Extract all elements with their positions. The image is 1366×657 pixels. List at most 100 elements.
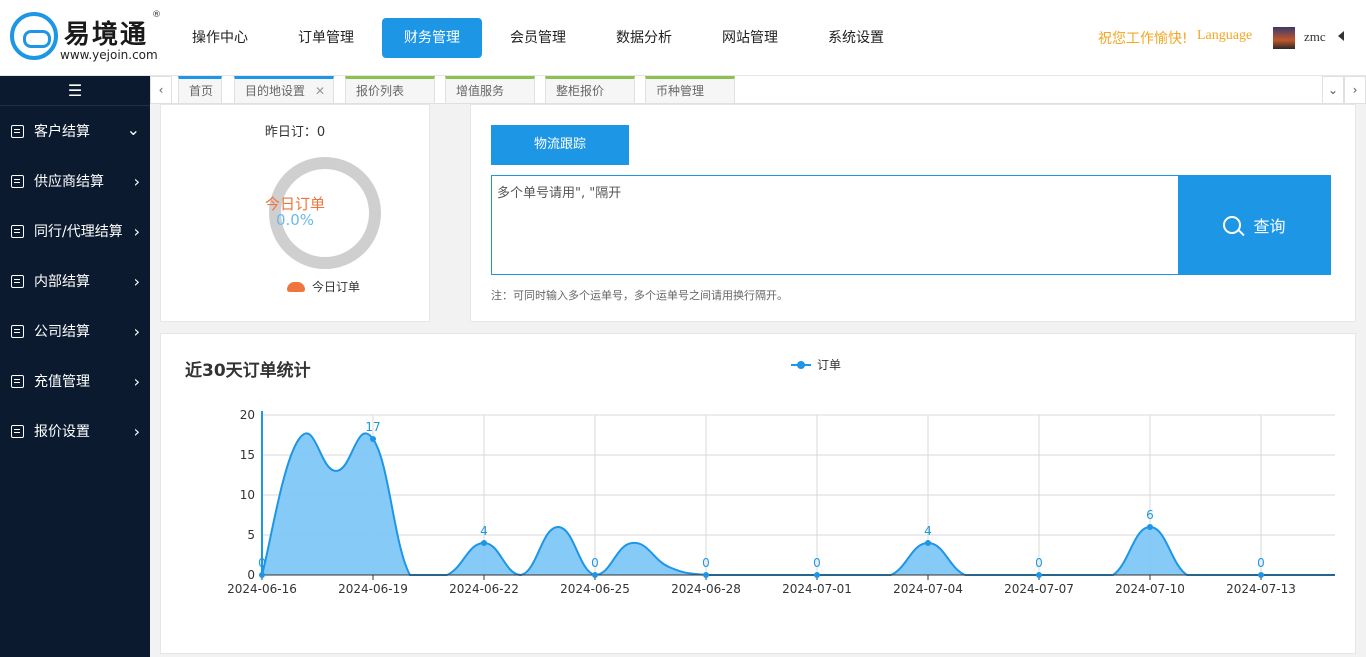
sidebar-item-label: 充值管理 xyxy=(34,374,90,390)
tab-label: 整柜报价 xyxy=(556,84,605,98)
x-tick-label: 2024-07-01 xyxy=(782,582,852,596)
nav-finance-management[interactable]: 财务管理 xyxy=(382,18,482,58)
data-point xyxy=(259,572,265,578)
tab-currency-management[interactable]: 币种管理 xyxy=(645,76,735,104)
sidebar-item-label: 公司结算 xyxy=(34,324,90,340)
brand-logo[interactable]: 易境通 ® www.yejoin.com xyxy=(8,10,161,68)
x-tick-label: 2024-07-04 xyxy=(893,582,963,596)
caret-left-icon[interactable] xyxy=(1338,31,1344,41)
cloud-logo-icon xyxy=(10,12,58,60)
y-tick-label: 0 xyxy=(247,568,255,582)
top-nav: 操作中心 订单管理 财务管理 会员管理 数据分析 网站管理 系统设置 xyxy=(170,18,912,58)
list-icon xyxy=(11,274,24,288)
chevron-right-icon: › xyxy=(133,421,140,441)
registered-mark: ® xyxy=(152,10,161,20)
nav-member-management[interactable]: 会员管理 xyxy=(488,18,588,58)
tracking-note: 注：可同时输入多个运单号，多个运单号之间请用换行隔开。 xyxy=(491,289,788,302)
top-header: 易境通 ® www.yejoin.com 操作中心 订单管理 财务管理 会员管理… xyxy=(0,0,1366,76)
menu-toggle-icon[interactable]: ☰ xyxy=(0,76,150,106)
data-point xyxy=(1258,572,1264,578)
data-label: 6 xyxy=(1146,508,1154,522)
data-label: 17 xyxy=(365,420,380,434)
orders-area-chart: 051015202024-06-16 2024-06-19 2024-06-22 20… xyxy=(227,408,1335,596)
yesterday-orders: 昨日订：0 xyxy=(264,125,326,140)
donut-value: 0.0% xyxy=(275,211,315,229)
y-tick-label: 10 xyxy=(240,488,255,502)
data-label: 0 xyxy=(1257,556,1265,570)
x-tick-label: 2024-06-22 xyxy=(449,582,519,596)
data-point xyxy=(925,540,931,546)
sidebar-item-company-settlement[interactable]: 公司结算 › xyxy=(0,306,150,356)
sidebar-item-label: 报价设置 xyxy=(34,424,90,440)
logistics-tracking-button[interactable]: 物流跟踪 xyxy=(491,125,629,165)
data-point xyxy=(370,436,376,442)
nav-data-analysis[interactable]: 数据分析 xyxy=(594,18,694,58)
tab-label: 增值服务 xyxy=(456,84,505,98)
tab-value-added-services[interactable]: 增值服务 xyxy=(445,76,535,104)
legend-swatch-icon xyxy=(287,281,305,292)
x-tick-label: 2024-07-07 xyxy=(1004,582,1074,596)
nav-operation-center[interactable]: 操作中心 xyxy=(170,18,270,58)
y-tick-label: 15 xyxy=(240,448,255,462)
sidebar-item-recharge-management[interactable]: 充值管理 › xyxy=(0,356,150,406)
list-icon xyxy=(11,124,24,138)
brand-url: www.yejoin.com xyxy=(60,48,158,62)
sidebar-item-customer-settlement[interactable]: 客户结算 ⌄ xyxy=(0,106,150,156)
tracking-number-input[interactable] xyxy=(491,175,1179,275)
tab-home[interactable]: 首页 xyxy=(178,76,222,104)
sidebar-item-label: 客户结算 xyxy=(34,124,90,140)
sidebar-item-quote-settings[interactable]: 报价设置 › xyxy=(0,406,150,456)
sidebar-item-label: 供应商结算 xyxy=(34,174,104,190)
chevron-right-icon: › xyxy=(133,271,140,291)
data-point xyxy=(814,572,820,578)
donut-legend-label: 今日订单 xyxy=(312,280,361,294)
tracking-card: 物流跟踪 查询 注：可同时输入多个运单号，多个运单号之间请用换行隔开。 xyxy=(470,104,1356,322)
query-button-label: 查询 xyxy=(1253,217,1286,236)
data-label: 0 xyxy=(258,556,266,570)
sidebar-item-supplier-settlement[interactable]: 供应商结算 › xyxy=(0,156,150,206)
chevron-down-icon: ⌄ xyxy=(126,120,140,139)
nav-order-management[interactable]: 订单管理 xyxy=(276,18,376,58)
data-label: 0 xyxy=(702,556,710,570)
tab-label: 币种管理 xyxy=(656,84,705,98)
tabs-scroll-right-icon[interactable]: › xyxy=(1344,76,1366,104)
data-point xyxy=(592,572,598,578)
tab-destination-settings[interactable]: 目的地设置 ✕ xyxy=(234,76,334,104)
y-tick-label: 20 xyxy=(240,408,255,422)
data-point xyxy=(703,572,709,578)
list-icon xyxy=(11,374,24,388)
nav-system-settings[interactable]: 系统设置 xyxy=(806,18,906,58)
sidebar: ☰ 客户结算 ⌄ 供应商结算 › 同行/代理结算 › 内部结算 › 公司结算 ›… xyxy=(0,76,150,657)
tab-label: 目的地设置 xyxy=(245,84,306,98)
donut-legend[interactable]: 今日订单 xyxy=(287,278,360,295)
list-icon xyxy=(11,224,24,238)
tabs-bar: ‹ 首页 目的地设置 ✕ 报价列表 增值服务 整柜报价 币种管理 ⌄ › xyxy=(150,76,1366,104)
tab-label: 报价列表 xyxy=(356,84,405,98)
tabs-dropdown-icon[interactable]: ⌄ xyxy=(1322,76,1344,104)
list-icon xyxy=(11,424,24,438)
data-label: 4 xyxy=(924,524,932,538)
x-tick-label: 2024-06-25 xyxy=(560,582,630,596)
y-tick-label: 5 xyxy=(247,528,255,542)
user-avatar[interactable] xyxy=(1273,27,1295,49)
search-icon xyxy=(1223,216,1242,234)
chevron-right-icon: › xyxy=(133,171,140,191)
tab-label: 首页 xyxy=(189,84,214,98)
language-switch[interactable]: Language xyxy=(1197,28,1252,44)
sidebar-item-label: 同行/代理结算 xyxy=(34,224,123,240)
sidebar-item-internal-settlement[interactable]: 内部结算 › xyxy=(0,256,150,306)
x-tick-label: 2024-06-28 xyxy=(671,582,741,596)
orders-chart-card: 近30天订单统计 订单 0 5 10 15 20 2024-06-16 2024-06-19… xyxy=(160,333,1356,654)
nav-website-management[interactable]: 网站管理 xyxy=(700,18,800,58)
username[interactable]: zmc xyxy=(1304,29,1326,45)
tab-quote-list[interactable]: 报价列表 xyxy=(345,76,435,104)
data-point xyxy=(1147,524,1153,530)
list-icon xyxy=(11,174,24,188)
tab-fcl-quote[interactable]: 整柜报价 xyxy=(545,76,635,104)
close-icon[interactable]: ✕ xyxy=(315,79,325,103)
sidebar-item-label: 内部结算 xyxy=(34,274,90,290)
tabs-scroll-left-icon[interactable]: ‹ xyxy=(150,76,172,104)
sidebar-item-agent-settlement[interactable]: 同行/代理结算 › xyxy=(0,206,150,256)
query-button[interactable]: 查询 xyxy=(1178,175,1331,275)
chevron-right-icon: › xyxy=(133,371,140,391)
